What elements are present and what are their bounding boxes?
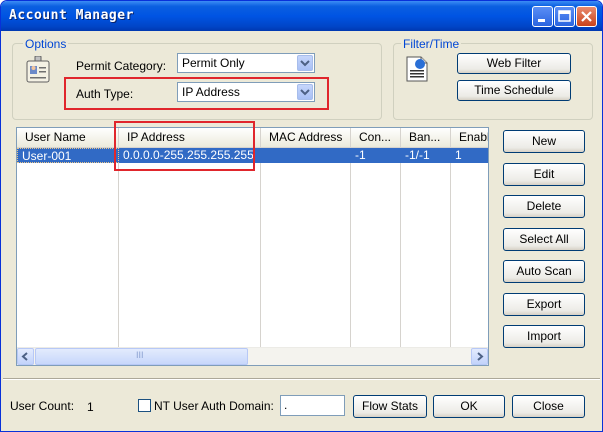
time-schedule-button[interactable]: Time Schedule — [457, 80, 571, 101]
auto-scan-button[interactable]: Auto Scan — [503, 260, 585, 283]
flow-stats-button[interactable]: Flow Stats — [353, 395, 427, 418]
minimize-button[interactable] — [532, 6, 553, 27]
permit-category-label: Permit Category: — [76, 59, 167, 73]
auth-type-highlight — [64, 77, 329, 110]
column-header-mac-address[interactable]: MAC Address — [261, 128, 351, 147]
maximize-icon — [558, 10, 571, 22]
footer-separator — [3, 378, 600, 380]
user-count-value: 1 — [87, 400, 94, 414]
minimize-icon — [538, 19, 545, 22]
grid-line — [350, 163, 351, 349]
cell-ban: -1/-1 — [405, 148, 430, 162]
document-filter-icon — [406, 56, 428, 82]
scroll-left-button[interactable] — [17, 348, 34, 365]
cell-con: -1 — [355, 148, 366, 162]
options-legend: Options — [23, 37, 69, 51]
grid-line — [450, 163, 451, 349]
new-button[interactable]: New — [503, 130, 585, 153]
window-title: Account Manager — [9, 8, 134, 23]
ok-button[interactable]: OK — [433, 395, 505, 418]
nt-auth-checkbox[interactable] — [138, 399, 151, 412]
maximize-button[interactable] — [554, 6, 575, 27]
export-button[interactable]: Export — [503, 293, 585, 316]
domain-input[interactable]: . — [280, 395, 345, 416]
edit-button[interactable]: Edit — [503, 163, 585, 186]
ip-address-highlight — [114, 121, 255, 171]
cell-enable: 1 — [455, 148, 462, 162]
column-header-enable[interactable]: Enabl — [451, 128, 488, 147]
grid-line — [118, 163, 119, 349]
chevron-down-icon[interactable] — [297, 55, 313, 71]
scroll-thumb-grip: III — [136, 350, 144, 360]
delete-button[interactable]: Delete — [503, 195, 585, 218]
filter-time-legend: Filter/Time — [401, 37, 462, 51]
chevron-left-icon — [21, 352, 28, 361]
column-header-ban[interactable]: Ban... — [401, 128, 451, 147]
close-button[interactable]: Close — [512, 395, 585, 418]
cell-user-name: User-001 — [17, 148, 119, 163]
close-window-button[interactable] — [576, 6, 597, 27]
user-count-label: User Count: — [10, 399, 75, 413]
permit-category-value: Permit Only — [182, 56, 245, 70]
account-manager-window: Account Manager Options Permit Category:… — [0, 0, 603, 432]
permit-category-select[interactable]: Permit Only — [177, 53, 315, 73]
scroll-right-button[interactable] — [471, 348, 488, 365]
cell-mac-address — [261, 148, 351, 163]
scroll-thumb[interactable]: III — [35, 348, 248, 365]
import-button[interactable]: Import — [503, 325, 585, 348]
grid-line — [260, 163, 261, 349]
web-filter-button[interactable]: Web Filter — [457, 53, 571, 74]
chevron-right-icon — [477, 352, 484, 361]
grid-line — [400, 163, 401, 349]
column-header-con[interactable]: Con... — [351, 128, 401, 147]
id-card-icon — [26, 56, 50, 83]
title-bar[interactable]: Account Manager — [1, 1, 602, 31]
select-all-button[interactable]: Select All — [503, 228, 585, 251]
column-header-user-name[interactable]: User Name — [17, 128, 119, 147]
horizontal-scrollbar[interactable]: III — [17, 347, 488, 365]
close-icon — [581, 11, 592, 22]
nt-auth-label[interactable]: NT User Auth Domain: — [154, 399, 274, 413]
